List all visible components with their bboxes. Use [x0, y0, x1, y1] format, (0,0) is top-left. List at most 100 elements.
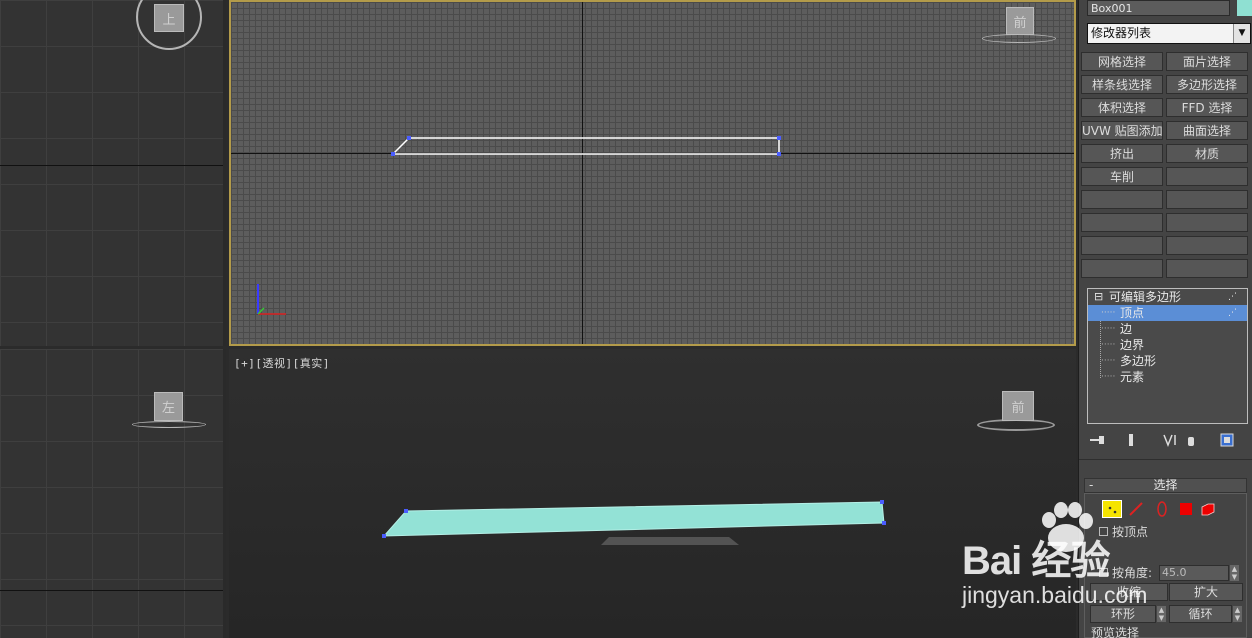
make-unique-icon[interactable] — [1163, 433, 1179, 447]
loop-button[interactable]: 循环 — [1169, 605, 1232, 623]
modifier-button[interactable]: 车削 — [1081, 167, 1163, 186]
border-icon[interactable] — [1152, 500, 1172, 518]
modifier-button-empty[interactable] — [1081, 213, 1163, 232]
viewport-top[interactable]: 上 — [0, 0, 226, 346]
modifier-button-empty[interactable] — [1166, 190, 1248, 209]
viewcube-face[interactable]: 上 — [154, 4, 184, 32]
box-face[interactable] — [382, 501, 885, 537]
viewcube-face[interactable]: 前 — [1002, 391, 1034, 421]
ring-spinner[interactable]: ▲ ▼ — [1157, 606, 1166, 622]
object-color-swatch[interactable] — [1237, 0, 1252, 16]
tree-dots: ····· — [1101, 372, 1116, 382]
show-end-result-icon[interactable] — [1125, 433, 1137, 447]
selection-rollout-header[interactable]: - 选择 — [1084, 478, 1247, 493]
stack-item-label: 顶点 — [1120, 306, 1145, 320]
perspective-object[interactable] — [229, 349, 1076, 638]
modifier-stack[interactable]: ⊟ 可编辑多边形 ⋰ ····· 顶点 ⋰ ····· 边 ····· 边界 ·… — [1087, 288, 1248, 424]
modifier-button[interactable]: 网格选择 — [1081, 52, 1163, 71]
tree-dots: ····· — [1101, 324, 1116, 334]
object-name-field[interactable]: Box001 — [1087, 0, 1230, 16]
stack-item-edge[interactable]: ····· 边 — [1088, 321, 1247, 337]
stack-item-editable-poly[interactable]: ⊟ 可编辑多边形 ⋰ — [1088, 289, 1247, 305]
modifier-button[interactable]: 多边形选择 — [1166, 75, 1248, 94]
front-view-object[interactable] — [231, 2, 1076, 346]
modifier-button[interactable]: 面片选择 — [1166, 52, 1248, 71]
vertex-handle[interactable] — [407, 136, 411, 140]
grid-axis-x — [0, 590, 223, 591]
configure-sets-icon[interactable] — [1220, 433, 1236, 447]
element-icon[interactable] — [1199, 500, 1219, 518]
modifier-button-empty[interactable] — [1166, 213, 1248, 232]
stack-item-vertex[interactable]: ····· 顶点 ⋰ — [1088, 305, 1247, 321]
edge-icon[interactable] — [1127, 500, 1147, 518]
viewcube-face[interactable]: 前 — [1006, 7, 1034, 35]
remove-modifier-icon[interactable] — [1185, 433, 1197, 447]
grid-axis-x — [0, 165, 223, 166]
rollout-title: 选择 — [1153, 478, 1178, 492]
polygon-icon[interactable] — [1177, 500, 1197, 518]
viewcube-ring[interactable] — [982, 34, 1056, 43]
tree-dots: ····· — [1101, 308, 1116, 318]
angle-input[interactable]: 45.0 — [1159, 565, 1229, 581]
max-app: 上 前 左 [+][透视][真实] 前 Box001 修改器列表 ▼ 网格选择 … — [0, 0, 1252, 638]
by-angle-label: 按角度: — [1112, 566, 1153, 580]
by-vertex-label: 按顶点 — [1112, 525, 1149, 539]
viewcube-face[interactable]: 左 — [154, 392, 183, 421]
stack-item-polygon[interactable]: ····· 多边形 — [1088, 353, 1247, 369]
panel-divider — [1079, 459, 1252, 460]
modifier-button[interactable]: UVW 贴图添加 — [1081, 121, 1163, 140]
modifier-button[interactable]: 曲面选择 — [1166, 121, 1248, 140]
modifier-button[interactable]: 材质 — [1166, 144, 1248, 163]
modifier-button[interactable]: FFD 选择 — [1166, 98, 1248, 117]
stack-tools — [1087, 433, 1249, 447]
vertex-icon[interactable] — [1102, 500, 1122, 518]
stack-item-label: 边界 — [1120, 338, 1145, 352]
axis-tripod-icon — [257, 284, 286, 315]
vertex-handle[interactable] — [882, 521, 886, 525]
angle-spinner[interactable]: ▲ ▼ — [1230, 565, 1239, 581]
vertex-handle[interactable] — [777, 152, 781, 156]
viewcube[interactable]: 前 — [982, 7, 1062, 43]
preview-selection-group: 预览选择 — [1091, 626, 1139, 638]
viewcube[interactable]: 前 — [977, 391, 1057, 431]
collapse-toggle-icon[interactable]: ⊟ — [1094, 289, 1103, 305]
stack-root-label: 可编辑多边形 — [1109, 290, 1182, 304]
stack-item-label: 元素 — [1120, 370, 1145, 384]
subobject-dots-icon: ⋰ — [1228, 292, 1237, 302]
viewport-perspective[interactable]: [+][透视][真实] 前 — [229, 349, 1076, 638]
vertex-handle[interactable] — [880, 500, 884, 504]
collapse-icon[interactable]: - — [1089, 479, 1093, 492]
modifier-list-dropdown[interactable]: 修改器列表 ▼ — [1087, 23, 1251, 44]
modifier-button-empty[interactable] — [1081, 190, 1163, 209]
vertex-handle[interactable] — [391, 152, 395, 156]
modifier-button-empty[interactable] — [1166, 259, 1248, 278]
tree-dots: ····· — [1101, 356, 1116, 366]
watermark-url: jingyan.baidu.com — [962, 582, 1148, 608]
modifier-button-empty[interactable] — [1166, 236, 1248, 255]
modifier-button-empty[interactable] — [1081, 236, 1163, 255]
modifier-list-label: 修改器列表 — [1091, 26, 1152, 40]
chevron-down-icon[interactable]: ▼ — [1233, 24, 1250, 43]
stack-item-label: 多边形 — [1120, 354, 1157, 368]
modifier-button-empty[interactable] — [1081, 259, 1163, 278]
modifier-button-empty[interactable] — [1166, 167, 1248, 186]
viewport-left[interactable]: 左 — [0, 349, 226, 638]
preview-selection-label: 预览选择 — [1091, 626, 1140, 638]
vertex-handle[interactable] — [404, 509, 408, 513]
stack-item-label: 边 — [1120, 322, 1133, 336]
viewcube-ring[interactable] — [132, 421, 206, 428]
vertex-handle[interactable] — [382, 534, 386, 538]
watermark-logo: Bai 经验 — [962, 539, 1110, 583]
modifier-buttons: 网格选择 面片选择 样条线选择 多边形选择 体积选择 FFD 选择 UVW 贴图… — [1081, 52, 1251, 278]
stack-item-element[interactable]: ····· 元素 — [1088, 369, 1247, 385]
modifier-button[interactable]: 挤出 — [1081, 144, 1163, 163]
modifier-button[interactable]: 体积选择 — [1081, 98, 1163, 117]
loop-spinner[interactable]: ▲ ▼ — [1233, 606, 1242, 622]
vertex-handle[interactable] — [777, 136, 781, 140]
modifier-button[interactable]: 样条线选择 — [1081, 75, 1163, 94]
box-outline[interactable] — [391, 137, 780, 155]
viewport-front-active[interactable]: 前 — [229, 0, 1076, 346]
pin-stack-icon[interactable] — [1089, 433, 1107, 447]
stack-item-border[interactable]: ····· 边界 — [1088, 337, 1247, 353]
grow-button[interactable]: 扩大 — [1169, 583, 1243, 601]
